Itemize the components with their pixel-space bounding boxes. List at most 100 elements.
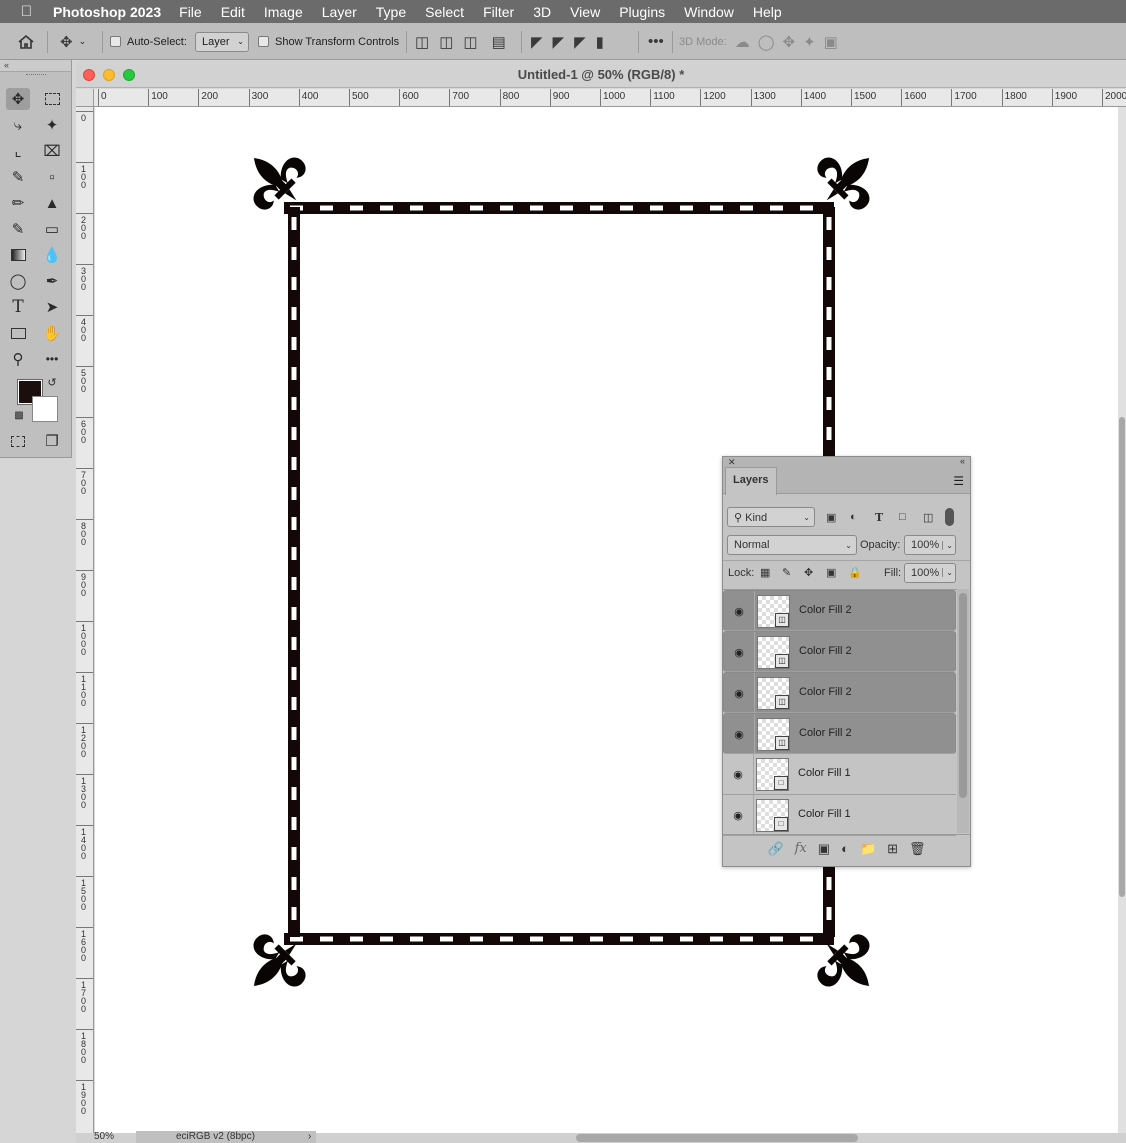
layer-row[interactable]: ◉ ◫ Color Fill 2 (723, 631, 956, 672)
3d-slide-icon[interactable]: ✦ (803, 33, 816, 51)
type-tool-icon[interactable]: T (6, 296, 30, 318)
align-bottom-icon[interactable]: ◤ (574, 33, 586, 51)
layer-row[interactable]: ◉ ◫ Color Fill 2 (723, 672, 956, 713)
status-menu-arrow-icon[interactable]: › (308, 1131, 311, 1142)
menu-layer[interactable]: Layer (322, 4, 357, 20)
layer-thumbnail[interactable]: □ (756, 799, 789, 832)
zoom-tool-icon[interactable]: ⚲ (6, 348, 30, 370)
vertical-scrollbar[interactable] (1118, 107, 1126, 1133)
collapse-panel-icon[interactable]: « (960, 456, 965, 466)
magic-wand-tool-icon[interactable]: ✦ (40, 114, 64, 136)
fill-field[interactable]: 100% ⌄ (904, 562, 956, 583)
home-icon[interactable] (17, 23, 35, 60)
blur-tool-icon[interactable]: 💧 (40, 244, 64, 266)
pen-tool-icon[interactable]: ✒ (40, 270, 64, 292)
delete-layer-icon[interactable]: 🗑 (909, 841, 926, 857)
lock-image-icon[interactable]: ✎ (782, 566, 791, 579)
filter-pixel-icon[interactable]: ▣ (826, 511, 836, 524)
history-brush-tool-icon[interactable]: ✎ (6, 218, 30, 240)
filter-toggle[interactable] (945, 508, 954, 526)
gradient-tool-icon[interactable] (6, 244, 30, 266)
menu-edit[interactable]: Edit (221, 4, 245, 20)
layer-thumbnail[interactable]: ◫ (757, 718, 790, 751)
visibility-eye-icon[interactable]: ◉ (724, 591, 755, 631)
stamp-tool-icon[interactable]: ▲ (40, 192, 64, 214)
3d-orbit-icon[interactable]: ☁ (735, 33, 750, 51)
new-adjustment-layer-icon[interactable]: ◐ (841, 841, 849, 856)
menu-view[interactable]: View (570, 4, 600, 20)
menu-window[interactable]: Window (684, 4, 734, 20)
brush-tool-icon[interactable]: ✏ (6, 192, 30, 214)
filter-type-icon[interactable]: T (875, 511, 883, 524)
visibility-eye-icon[interactable]: ◉ (724, 714, 755, 754)
swap-colors-icon[interactable]: ↺ (44, 374, 60, 390)
marquee-tool-icon[interactable] (40, 88, 64, 110)
menu-help[interactable]: Help (753, 4, 782, 20)
hand-tool-icon[interactable]: ✋ (40, 322, 64, 344)
new-layer-icon[interactable]: ⊞ (887, 841, 898, 857)
layer-row[interactable]: ◉ ◫ Color Fill 2 (723, 590, 956, 631)
visibility-eye-icon[interactable]: ◉ (724, 673, 755, 713)
layer-row[interactable]: ◉ □ Color Fill 1 (723, 754, 956, 795)
align-top-icon[interactable]: ◤ (531, 33, 543, 51)
auto-select-checkbox[interactable]: Auto-Select: (110, 23, 187, 60)
distribute-v-icon[interactable]: ▮ (596, 33, 604, 51)
lock-all-icon[interactable]: 🔒 (848, 566, 862, 579)
layer-thumbnail[interactable]: ◫ (757, 636, 790, 669)
menu-3d[interactable]: 3D (533, 4, 551, 20)
frame-tool-icon[interactable]: ⌧ (40, 140, 64, 162)
layer-name[interactable]: Color Fill 2 (799, 686, 852, 698)
menu-type[interactable]: Type (376, 4, 406, 20)
healing-brush-tool-icon[interactable]: ▫ (40, 166, 64, 188)
app-menu[interactable]: Photoshop 2023 (53, 4, 161, 20)
horizontal-scrollbar[interactable] (576, 1134, 858, 1142)
layer-name[interactable]: Color Fill 2 (799, 604, 852, 616)
opacity-field[interactable]: 100% ⌄ (904, 535, 956, 555)
layer-name[interactable]: Color Fill 2 (799, 645, 852, 657)
panel-menu-icon[interactable]: ☰ (953, 474, 964, 488)
screen-mode-icon[interactable]: ❐ (40, 430, 64, 452)
move-tool-preset-icon[interactable]: ✥ ⌄ (60, 23, 86, 60)
fx-icon[interactable]: fx (795, 841, 807, 856)
zoom-level[interactable]: 50% (94, 1131, 114, 1142)
align-center-h-icon[interactable]: ◫ (439, 33, 453, 51)
edit-toolbar-icon[interactable]: ••• (40, 348, 64, 370)
toolbox-collapse-icon[interactable]: « (0, 60, 71, 72)
vertical-ruler[interactable]: 0 100 200 300 400 500 600 700 800 900 1000 1100 1200… (76, 107, 94, 1133)
default-colors-icon[interactable]: ▩ (12, 408, 26, 422)
3d-pan-icon[interactable]: ✥ (783, 33, 796, 51)
color-profile[interactable]: eciRGB v2 (8bpc) (136, 1131, 316, 1143)
filter-smart-object-icon[interactable]: ◫ (923, 511, 933, 524)
path-selection-tool-icon[interactable]: ➤ (40, 296, 64, 318)
layer-list-scrollbar[interactable] (957, 589, 969, 833)
menu-image[interactable]: Image (264, 4, 303, 20)
layer-row[interactable]: ◉ □ Color Fill 1 (723, 795, 956, 836)
eraser-tool-icon[interactable]: ▭ (40, 218, 64, 240)
distribute-icon[interactable]: ▤ (492, 33, 506, 51)
layer-thumbnail[interactable]: □ (756, 758, 789, 791)
lock-position-icon[interactable]: ✥ (804, 566, 813, 579)
menu-select[interactable]: Select (425, 4, 464, 20)
filter-shape-icon[interactable]: □ (899, 511, 906, 523)
ruler-origin[interactable] (76, 89, 94, 107)
horizontal-ruler[interactable]: 0 100 200 300 400 500 600 700 800 900 1000 1100 1200… (94, 89, 1126, 107)
align-middle-v-icon[interactable]: ◤ (553, 33, 565, 51)
layer-thumbnail[interactable]: ◫ (757, 595, 790, 628)
crop-tool-icon[interactable]: ⌞ (6, 140, 30, 162)
menu-plugins[interactable]: Plugins (619, 4, 665, 20)
apple-icon[interactable]:  (0, 3, 53, 20)
align-left-icon[interactable]: ◫ (415, 33, 429, 51)
layer-name[interactable]: Color Fill 1 (798, 767, 851, 779)
filter-kind-dropdown[interactable]: ⚲ Kind ⌄ (727, 507, 815, 527)
layer-name[interactable]: Color Fill 1 (798, 808, 851, 820)
auto-select-dropdown[interactable]: Layer ⌄ (195, 31, 249, 52)
lock-transparent-icon[interactable]: ▦ (760, 566, 770, 579)
add-mask-icon[interactable]: ▣ (818, 841, 830, 857)
layer-row[interactable]: ◉ ◫ Color Fill 2 (723, 713, 956, 754)
visibility-eye-icon[interactable]: ◉ (723, 754, 754, 794)
layer-thumbnail[interactable]: ◫ (757, 677, 790, 710)
align-right-icon[interactable]: ◫ (463, 33, 477, 51)
3d-camera-icon[interactable]: ▣ (824, 33, 838, 51)
move-tool-icon[interactable]: ✥ (6, 88, 30, 110)
link-layers-icon[interactable]: 🔗 (767, 841, 783, 857)
